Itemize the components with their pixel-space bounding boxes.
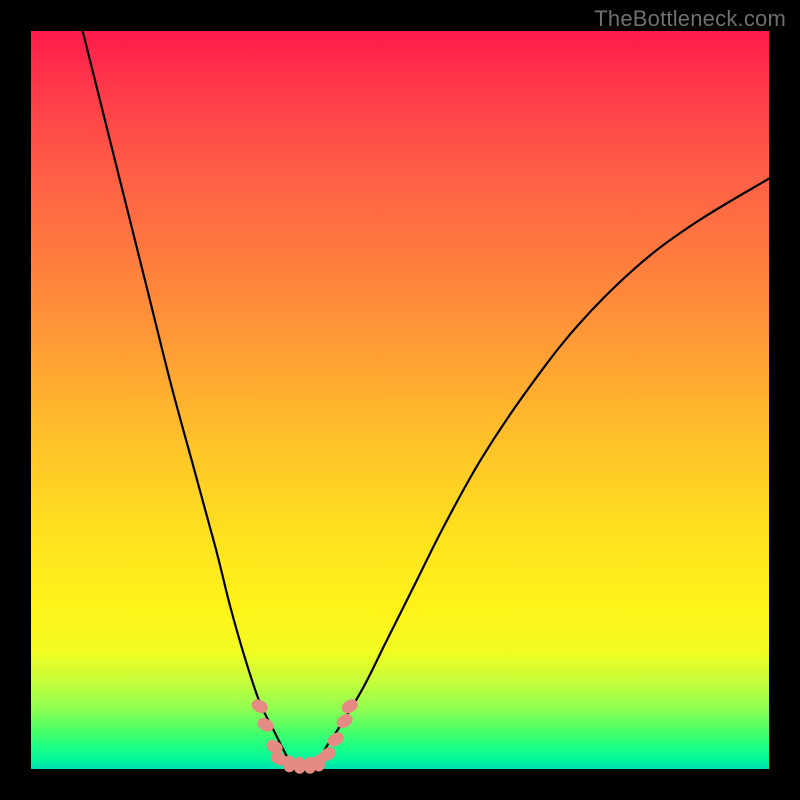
valley-markers bbox=[249, 697, 360, 774]
watermark-text: TheBottleneck.com bbox=[594, 6, 786, 32]
valley-marker bbox=[249, 697, 270, 716]
curve-right-branch bbox=[326, 179, 769, 747]
chart-frame: TheBottleneck.com bbox=[0, 0, 800, 800]
valley-marker bbox=[325, 730, 346, 749]
curve-left-branch bbox=[83, 31, 282, 747]
valley-marker bbox=[334, 711, 355, 730]
valley-marker bbox=[283, 755, 295, 772]
valley-marker bbox=[294, 757, 306, 774]
plot-area bbox=[31, 31, 769, 769]
curve-svg bbox=[31, 31, 769, 769]
